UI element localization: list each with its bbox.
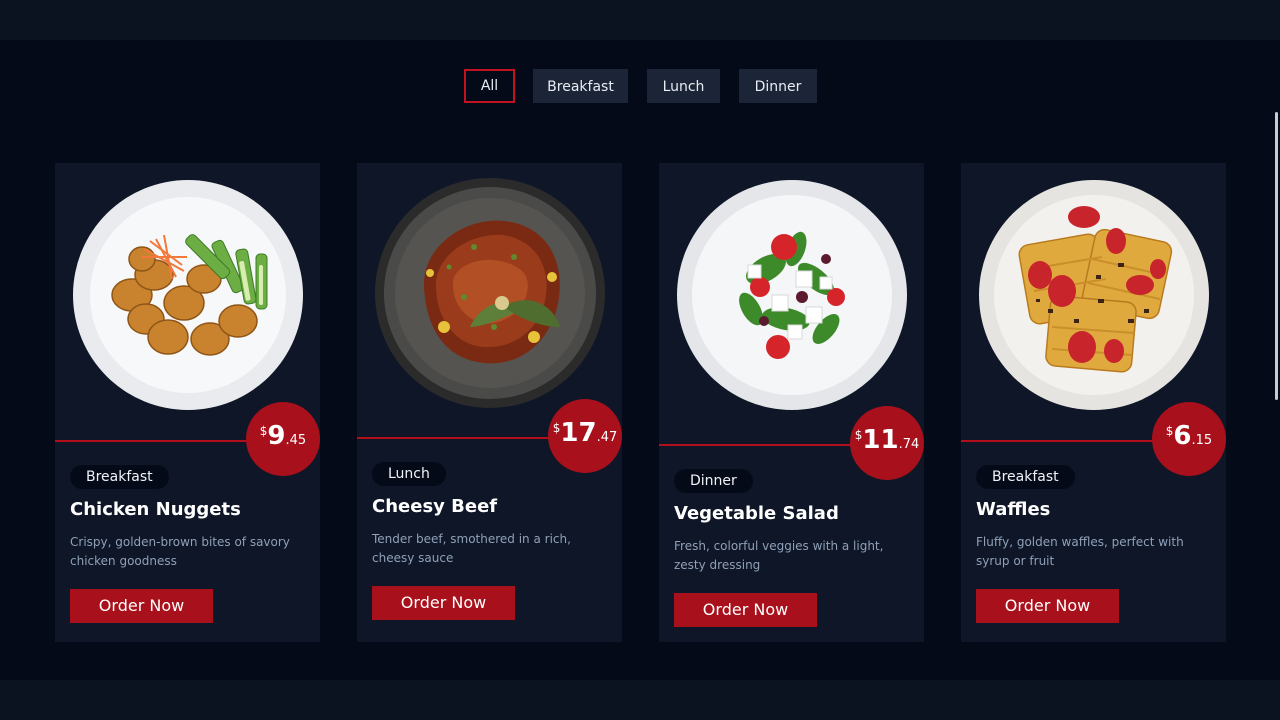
menu-card-cheesy-beef: $17.47 Lunch Cheesy Beef Tender beef, sm… [357, 163, 622, 642]
filter-breakfast[interactable]: Breakfast [533, 69, 628, 103]
dish-description: Crispy, golden-brown bites of savory chi… [70, 535, 290, 568]
price-cents: .74 [898, 437, 920, 452]
price-whole: 9 [267, 421, 286, 451]
price-currency: $ [552, 421, 561, 435]
card-divider [357, 437, 567, 439]
card-divider [961, 440, 1171, 442]
chicken-nuggets-image [73, 180, 303, 410]
dish-title: Chicken Nuggets [70, 499, 241, 520]
cheesy-beef-image [375, 178, 605, 408]
top-band [0, 0, 1280, 40]
dish-title: Cheesy Beef [372, 496, 498, 517]
vegetable-salad-image [677, 180, 907, 410]
price-cents: .45 [285, 433, 307, 448]
bottom-band [0, 680, 1280, 720]
price-whole: 17 [560, 418, 597, 448]
dish-description: Fresh, colorful veggies with a light, ze… [674, 539, 884, 572]
price-badge: $11.74 [850, 406, 924, 480]
category-tag: Lunch [372, 462, 446, 486]
price-currency: $ [259, 424, 268, 438]
dish-description: Fluffy, golden waffles, perfect with syr… [976, 535, 1184, 568]
order-now-button[interactable]: Order Now [674, 593, 817, 627]
menu-card-chicken-nuggets: $9.45 Breakfast Chicken Nuggets Crispy, … [55, 163, 320, 642]
category-tag: Breakfast [976, 465, 1075, 489]
price-currency: $ [854, 428, 863, 442]
price-badge: $6.15 [1152, 402, 1226, 476]
category-tag: Breakfast [70, 465, 169, 489]
price-cents: .15 [1191, 433, 1213, 448]
dish-description: Tender beef, smothered in a rich, cheesy… [372, 532, 571, 565]
waffles-image [979, 180, 1209, 410]
price-cents: .47 [596, 430, 618, 445]
order-now-button[interactable]: Order Now [976, 589, 1119, 623]
filter-lunch[interactable]: Lunch [647, 69, 720, 103]
order-now-button[interactable]: Order Now [70, 589, 213, 623]
category-filters: All Breakfast Lunch Dinner [0, 69, 1280, 103]
filter-all[interactable]: All [464, 69, 515, 103]
dish-title: Waffles [976, 499, 1051, 520]
price-badge: $9.45 [246, 402, 320, 476]
price-whole: 6 [1173, 421, 1192, 451]
category-tag: Dinner [674, 469, 753, 493]
card-divider [55, 440, 265, 442]
menu-card-waffles: $6.15 Breakfast Waffles Fluffy, golden w… [961, 163, 1226, 642]
price-whole: 11 [862, 425, 899, 455]
dish-title: Vegetable Salad [674, 503, 839, 524]
price-currency: $ [1165, 424, 1174, 438]
scrollbar[interactable] [1275, 112, 1278, 400]
card-divider [659, 444, 869, 446]
menu-card-vegetable-salad: $11.74 Dinner Vegetable Salad Fresh, col… [659, 163, 924, 642]
order-now-button[interactable]: Order Now [372, 586, 515, 620]
price-badge: $17.47 [548, 399, 622, 473]
filter-dinner[interactable]: Dinner [739, 69, 817, 103]
